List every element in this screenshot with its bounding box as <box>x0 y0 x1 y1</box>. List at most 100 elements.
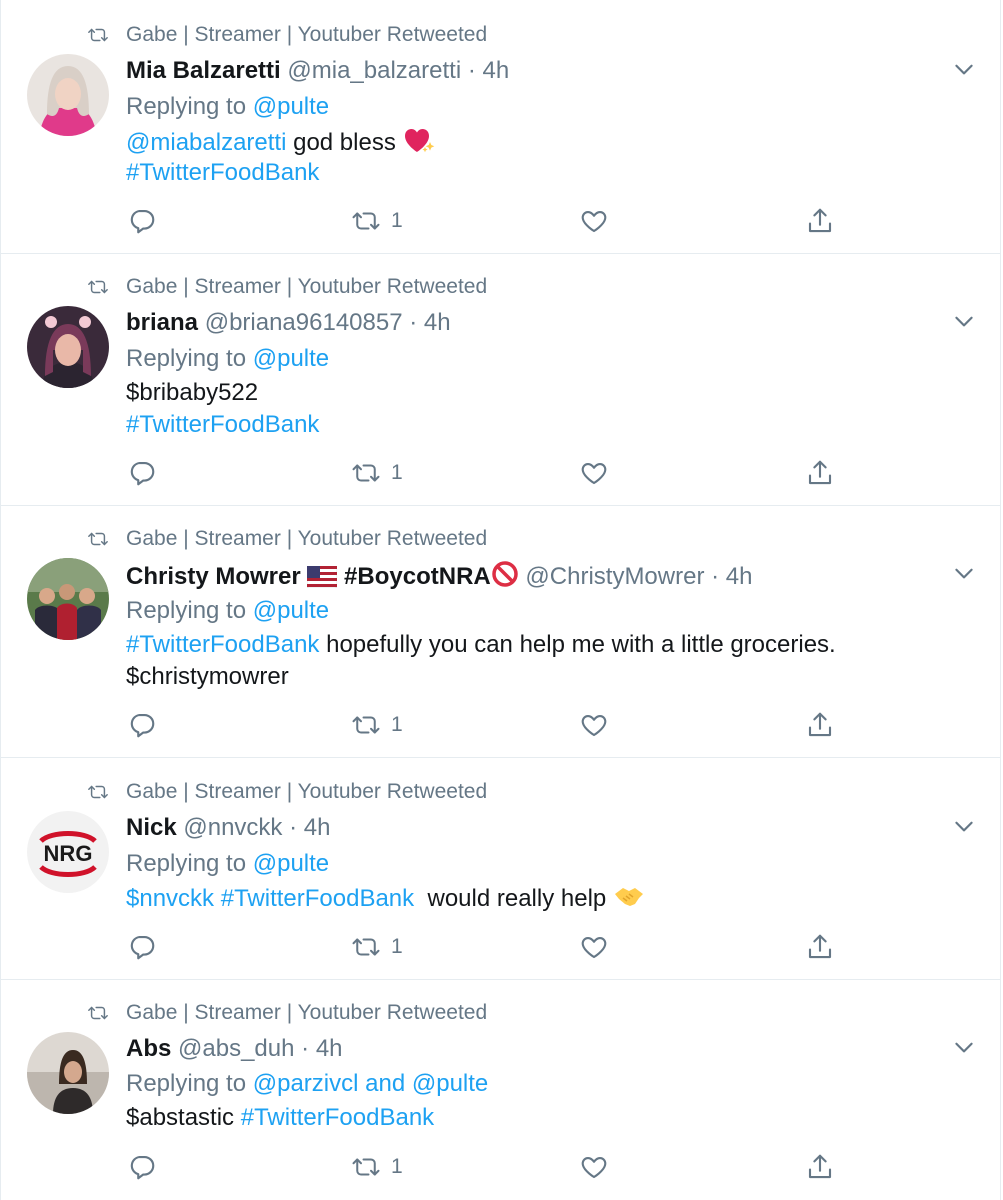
share-button[interactable] <box>805 1150 835 1184</box>
retweet-icon <box>87 1002 109 1024</box>
retweet-count: 1 <box>391 935 403 958</box>
replying-to: Replying to @parzivcl and @pulte <box>126 1069 488 1099</box>
separator: · <box>289 814 298 841</box>
tweet[interactable]: Gabe | Streamer | Youtuber Retweeted Chr… <box>0 506 1001 758</box>
avatar[interactable] <box>27 54 109 136</box>
share-button[interactable] <box>805 456 835 490</box>
replying-to-and: and <box>365 1070 406 1097</box>
retweet-context: Gabe | Streamer | Youtuber Retweeted <box>87 779 487 805</box>
replying-to-label: Replying to <box>126 597 247 624</box>
retweet-icon <box>87 24 109 46</box>
tweet[interactable]: Gabe | Streamer | Youtuber Retweeted NRG… <box>0 758 1001 980</box>
replying-to: Replying to @pulte <box>126 92 329 122</box>
user-handle[interactable]: @mia_balzaretti <box>287 57 461 84</box>
share-button[interactable] <box>805 204 835 238</box>
retweet-count: 1 <box>391 1155 403 1178</box>
tweet[interactable]: Gabe | Streamer | Youtuber Retweeted Abs… <box>0 980 1001 1200</box>
avatar[interactable]: NRG <box>27 811 109 893</box>
replying-to-mention[interactable]: @pulte <box>253 345 329 372</box>
replying-to-label: Replying to <box>126 93 247 120</box>
replying-to-mention[interactable]: @pulte <box>253 93 329 120</box>
user-handle[interactable]: @nnvckk <box>183 814 282 841</box>
avatar[interactable] <box>27 558 109 640</box>
tweet-text-line: $abstastic #TwitterFoodBank <box>126 1103 434 1133</box>
tweet[interactable]: Gabe | Streamer | Youtuber Retweeted bri… <box>0 254 1001 506</box>
reply-button[interactable] <box>127 204 157 238</box>
retweet-icon <box>87 276 109 298</box>
more-options-chevron-icon[interactable] <box>951 308 977 334</box>
reply-button[interactable] <box>127 708 157 742</box>
share-button[interactable] <box>805 930 835 964</box>
separator: · <box>301 1035 310 1062</box>
retweet-count: 1 <box>391 461 403 484</box>
avatar[interactable] <box>27 306 109 388</box>
heart-icon <box>579 1152 609 1182</box>
tweet-text: god bless <box>286 129 403 156</box>
timestamp[interactable]: 4h <box>483 57 510 84</box>
hashtag-link[interactable]: #TwitterFoodBank <box>241 1104 434 1131</box>
tweet-text-line: #TwitterFoodBank <box>126 158 319 188</box>
user-handle[interactable]: @ChristyMowrer <box>525 563 704 590</box>
separator: · <box>711 563 720 590</box>
tweet[interactable]: Gabe | Streamer | Youtuber Retweeted Mia… <box>0 0 1001 254</box>
hashtag-link[interactable]: #TwitterFoodBank <box>126 159 319 186</box>
retweet-button[interactable]: 1 <box>351 204 403 238</box>
hashtag-link[interactable]: #TwitterFoodBank <box>221 885 414 912</box>
timestamp[interactable]: 4h <box>726 563 753 590</box>
retweet-button[interactable]: 1 <box>351 930 403 964</box>
reply-button[interactable] <box>127 456 157 490</box>
more-options-chevron-icon[interactable] <box>951 1034 977 1060</box>
display-name[interactable]: Abs <box>126 1035 171 1062</box>
mention-link[interactable]: @miabalzaretti <box>126 129 286 156</box>
separator: · <box>409 309 418 336</box>
hashtag-link[interactable]: #TwitterFoodBank <box>126 631 319 658</box>
display-name[interactable]: Nick <box>126 814 177 841</box>
reply-button[interactable] <box>127 930 157 964</box>
timestamp[interactable]: 4h <box>304 814 331 841</box>
tweet-text-line: $bribaby522 <box>126 378 258 408</box>
like-button[interactable] <box>579 708 609 742</box>
like-button[interactable] <box>579 204 609 238</box>
display-name[interactable]: Christy Mowrer <box>126 563 301 590</box>
more-options-chevron-icon[interactable] <box>951 813 977 839</box>
like-button[interactable] <box>579 930 609 964</box>
share-icon <box>805 458 835 488</box>
display-name[interactable]: briana <box>126 309 198 336</box>
tweet-text: $bribaby522 <box>126 379 259 406</box>
retweet-button[interactable]: 1 <box>351 1150 403 1184</box>
display-name[interactable]: Mia Balzaretti <box>126 57 281 84</box>
retweet-button[interactable]: 1 <box>351 456 403 490</box>
retweet-button[interactable]: 1 <box>351 708 403 742</box>
replying-to-mention[interactable]: @pulte <box>253 850 329 877</box>
timestamp[interactable]: 4h <box>424 309 451 336</box>
like-button[interactable] <box>579 456 609 490</box>
more-options-chevron-icon[interactable] <box>951 56 977 82</box>
share-icon <box>805 206 835 236</box>
reply-icon <box>127 458 157 488</box>
replying-to: Replying to @pulte <box>126 596 329 626</box>
reply-button[interactable] <box>127 1150 157 1184</box>
replying-to-mention[interactable]: @pulte <box>412 1070 488 1097</box>
retweet-context-text: Gabe | Streamer | Youtuber Retweeted <box>126 527 488 550</box>
retweet-icon <box>351 458 381 488</box>
retweet-context: Gabe | Streamer | Youtuber Retweeted <box>87 22 487 48</box>
reply-icon <box>127 710 157 740</box>
share-button[interactable] <box>805 708 835 742</box>
avatar-logo-text: NRG <box>44 841 93 866</box>
user-handle[interactable]: @briana96140857 <box>205 309 403 336</box>
replying-to-mention[interactable]: @parzivcl <box>253 1070 359 1097</box>
cashtag-link[interactable]: $nnvckk <box>126 885 214 912</box>
like-button[interactable] <box>579 1150 609 1184</box>
timestamp[interactable]: 4h <box>316 1035 343 1062</box>
hashtag-link[interactable]: #TwitterFoodBank <box>126 411 319 438</box>
tweet-header: Abs @abs_duh · 4h <box>126 1034 343 1064</box>
avatar[interactable] <box>27 1032 109 1114</box>
tweet-text-line: #TwitterFoodBank <box>126 410 319 440</box>
more-options-chevron-icon[interactable] <box>951 560 977 586</box>
user-handle[interactable]: @abs_duh <box>178 1035 294 1062</box>
reply-icon <box>127 932 157 962</box>
display-name-tag: #BoycotNRA <box>344 563 491 590</box>
retweet-context-text: Gabe | Streamer | Youtuber Retweeted <box>126 1001 488 1024</box>
replying-to-mention[interactable]: @pulte <box>253 597 329 624</box>
tweet-text-line: @miabalzaretti god bless <box>126 126 435 162</box>
